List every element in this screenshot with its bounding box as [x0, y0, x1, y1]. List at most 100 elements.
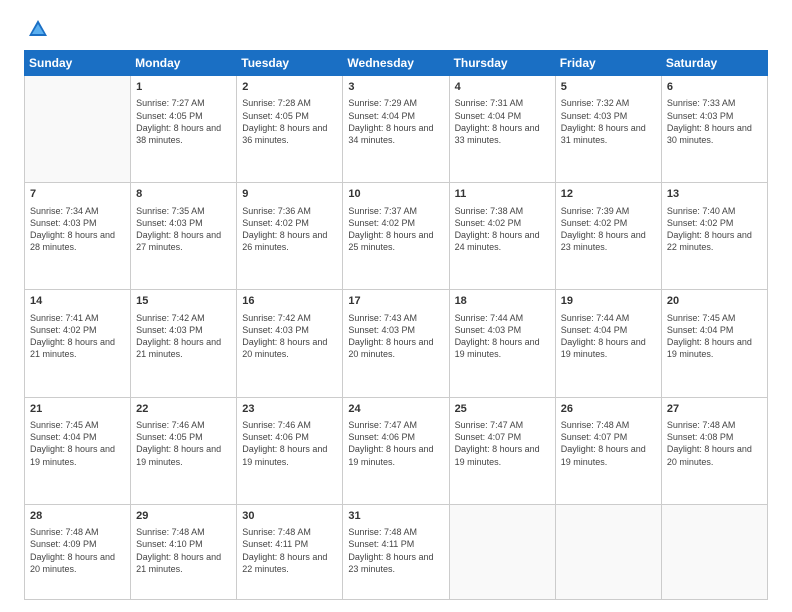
cell-info: Sunrise: 7:37 AMSunset: 4:02 PMDaylight:…: [348, 205, 443, 254]
week-row-1: 1Sunrise: 7:27 AMSunset: 4:05 PMDaylight…: [25, 76, 768, 183]
day-number: 7: [30, 187, 125, 202]
calendar-cell: 19 Sunrise: 7:44 AMSunset: 4:04 PMDayligh…: [555, 290, 661, 397]
header: [24, 18, 768, 40]
calendar-cell: [449, 504, 555, 599]
day-number: 25: [455, 402, 550, 417]
calendar-cell: 13 Sunrise: 7:40 AMSunset: 4:02 PMDayligh…: [661, 183, 767, 290]
cell-info: Sunrise: 7:34 AMSunset: 4:03 PMDaylight:…: [30, 205, 125, 254]
day-number: 1: [136, 80, 231, 95]
day-number: 5: [561, 80, 656, 95]
cell-info: Sunrise: 7:44 AMSunset: 4:03 PMDaylight:…: [455, 312, 550, 361]
day-number: 6: [667, 80, 762, 95]
day-number: 29: [136, 509, 231, 524]
day-number: 20: [667, 294, 762, 309]
week-row-2: 7 Sunrise: 7:34 AMSunset: 4:03 PMDaylight…: [25, 183, 768, 290]
calendar-cell: 27 Sunrise: 7:48 AMSunset: 4:08 PMDayligh…: [661, 397, 767, 504]
calendar-cell: 14 Sunrise: 7:41 AMSunset: 4:02 PMDayligh…: [25, 290, 131, 397]
day-number: 12: [561, 187, 656, 202]
day-number: 14: [30, 294, 125, 309]
cell-info: Sunrise: 7:44 AMSunset: 4:04 PMDaylight:…: [561, 312, 656, 361]
calendar-cell: 23Sunrise: 7:46 AMSunset: 4:06 PMDayligh…: [237, 397, 343, 504]
day-number: 18: [455, 294, 550, 309]
calendar-cell: 30 Sunrise: 7:48 AMSunset: 4:11 PMDayligh…: [237, 504, 343, 599]
cell-info: Sunrise: 7:31 AMSunset: 4:04 PMDaylight:…: [455, 97, 550, 146]
calendar-table: SundayMondayTuesdayWednesdayThursdayFrid…: [24, 50, 768, 600]
logo-icon: [27, 18, 49, 40]
calendar-cell: 1Sunrise: 7:27 AMSunset: 4:05 PMDaylight…: [131, 76, 237, 183]
cell-info: Sunrise: 7:45 AMSunset: 4:04 PMDaylight:…: [667, 312, 762, 361]
cell-info: Sunrise: 7:48 AMSunset: 4:10 PMDaylight:…: [136, 526, 231, 575]
cell-info: Sunrise: 7:39 AMSunset: 4:02 PMDaylight:…: [561, 205, 656, 254]
cell-info: Sunrise: 7:35 AMSunset: 4:03 PMDaylight:…: [136, 205, 231, 254]
weekday-header-saturday: Saturday: [661, 51, 767, 76]
cell-info: Sunrise: 7:43 AMSunset: 4:03 PMDaylight:…: [348, 312, 443, 361]
day-number: 10: [348, 187, 443, 202]
day-number: 30: [242, 509, 337, 524]
cell-info: Sunrise: 7:42 AMSunset: 4:03 PMDaylight:…: [242, 312, 337, 361]
calendar-cell: 29 Sunrise: 7:48 AMSunset: 4:10 PMDayligh…: [131, 504, 237, 599]
calendar-cell: 18 Sunrise: 7:44 AMSunset: 4:03 PMDayligh…: [449, 290, 555, 397]
calendar-cell: [25, 76, 131, 183]
cell-info: Sunrise: 7:47 AMSunset: 4:07 PMDaylight:…: [455, 419, 550, 468]
day-number: 16: [242, 294, 337, 309]
day-number: 8: [136, 187, 231, 202]
cell-info: Sunrise: 7:29 AMSunset: 4:04 PMDaylight:…: [348, 97, 443, 146]
cell-info: Sunrise: 7:48 AMSunset: 4:08 PMDaylight:…: [667, 419, 762, 468]
calendar-cell: [555, 504, 661, 599]
day-number: 15: [136, 294, 231, 309]
calendar-cell: 20 Sunrise: 7:45 AMSunset: 4:04 PMDayligh…: [661, 290, 767, 397]
day-number: 31: [348, 509, 443, 524]
calendar-cell: 25 Sunrise: 7:47 AMSunset: 4:07 PMDayligh…: [449, 397, 555, 504]
calendar-cell: [661, 504, 767, 599]
weekday-header-row: SundayMondayTuesdayWednesdayThursdayFrid…: [25, 51, 768, 76]
day-number: 9: [242, 187, 337, 202]
weekday-header-tuesday: Tuesday: [237, 51, 343, 76]
cell-info: Sunrise: 7:47 AMSunset: 4:06 PMDaylight:…: [348, 419, 443, 468]
calendar-cell: 11Sunrise: 7:38 AMSunset: 4:02 PMDayligh…: [449, 183, 555, 290]
week-row-5: 28Sunrise: 7:48 AMSunset: 4:09 PMDayligh…: [25, 504, 768, 599]
calendar-cell: 26 Sunrise: 7:48 AMSunset: 4:07 PMDayligh…: [555, 397, 661, 504]
cell-info: Sunrise: 7:40 AMSunset: 4:02 PMDaylight:…: [667, 205, 762, 254]
calendar-cell: 7 Sunrise: 7:34 AMSunset: 4:03 PMDaylight…: [25, 183, 131, 290]
day-number: 21: [30, 402, 125, 417]
cell-info: Sunrise: 7:48 AMSunset: 4:11 PMDaylight:…: [348, 526, 443, 575]
calendar-cell: 3 Sunrise: 7:29 AMSunset: 4:04 PMDaylight…: [343, 76, 449, 183]
calendar-cell: 24 Sunrise: 7:47 AMSunset: 4:06 PMDayligh…: [343, 397, 449, 504]
calendar-cell: 5Sunrise: 7:32 AMSunset: 4:03 PMDaylight…: [555, 76, 661, 183]
cell-info: Sunrise: 7:42 AMSunset: 4:03 PMDaylight:…: [136, 312, 231, 361]
calendar-cell: 31 Sunrise: 7:48 AMSunset: 4:11 PMDayligh…: [343, 504, 449, 599]
calendar-cell: 9 Sunrise: 7:36 AMSunset: 4:02 PMDaylight…: [237, 183, 343, 290]
calendar-cell: 6 Sunrise: 7:33 AMSunset: 4:03 PMDaylight…: [661, 76, 767, 183]
day-number: 26: [561, 402, 656, 417]
day-number: 3: [348, 80, 443, 95]
calendar-cell: 15 Sunrise: 7:42 AMSunset: 4:03 PMDayligh…: [131, 290, 237, 397]
calendar-cell: 21 Sunrise: 7:45 AMSunset: 4:04 PMDayligh…: [25, 397, 131, 504]
day-number: 11: [455, 187, 550, 202]
cell-info: Sunrise: 7:48 AMSunset: 4:11 PMDaylight:…: [242, 526, 337, 575]
cell-info: Sunrise: 7:41 AMSunset: 4:02 PMDaylight:…: [30, 312, 125, 361]
day-number: 19: [561, 294, 656, 309]
logo: [24, 18, 49, 40]
cell-info: Sunrise: 7:48 AMSunset: 4:07 PMDaylight:…: [561, 419, 656, 468]
weekday-header-thursday: Thursday: [449, 51, 555, 76]
day-number: 27: [667, 402, 762, 417]
day-number: 17: [348, 294, 443, 309]
cell-info: Sunrise: 7:46 AMSunset: 4:06 PMDaylight:…: [242, 419, 337, 468]
cell-info: Sunrise: 7:33 AMSunset: 4:03 PMDaylight:…: [667, 97, 762, 146]
calendar-cell: 17 Sunrise: 7:43 AMSunset: 4:03 PMDayligh…: [343, 290, 449, 397]
cell-info: Sunrise: 7:28 AMSunset: 4:05 PMDaylight:…: [242, 97, 337, 146]
weekday-header-friday: Friday: [555, 51, 661, 76]
day-number: 2: [242, 80, 337, 95]
day-number: 22: [136, 402, 231, 417]
day-number: 24: [348, 402, 443, 417]
page: SundayMondayTuesdayWednesdayThursdayFrid…: [0, 0, 792, 612]
cell-info: Sunrise: 7:36 AMSunset: 4:02 PMDaylight:…: [242, 205, 337, 254]
week-row-4: 21 Sunrise: 7:45 AMSunset: 4:04 PMDayligh…: [25, 397, 768, 504]
cell-info: Sunrise: 7:45 AMSunset: 4:04 PMDaylight:…: [30, 419, 125, 468]
cell-info: Sunrise: 7:46 AMSunset: 4:05 PMDaylight:…: [136, 419, 231, 468]
week-row-3: 14 Sunrise: 7:41 AMSunset: 4:02 PMDayligh…: [25, 290, 768, 397]
weekday-header-sunday: Sunday: [25, 51, 131, 76]
weekday-header-monday: Monday: [131, 51, 237, 76]
calendar-cell: 4Sunrise: 7:31 AMSunset: 4:04 PMDaylight…: [449, 76, 555, 183]
day-number: 13: [667, 187, 762, 202]
